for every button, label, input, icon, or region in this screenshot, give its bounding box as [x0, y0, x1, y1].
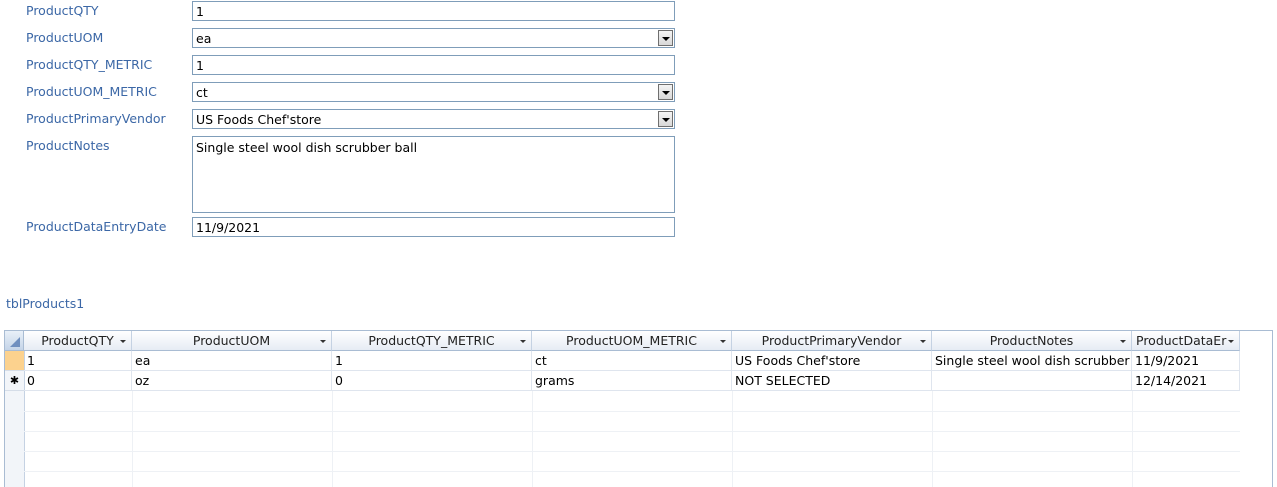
label-productdataentrydate: ProductDataEntryDate [26, 219, 167, 234]
productuom-metric-dropdown-arrow-icon[interactable] [658, 84, 673, 100]
productprimaryvendor-dropdown-arrow-icon[interactable] [658, 111, 673, 127]
productqty-field[interactable]: 1 [192, 1, 675, 21]
table-cell[interactable]: 1 [332, 351, 532, 371]
table-cell[interactable]: NOT SELECTED [732, 371, 932, 391]
record-selector-current[interactable] [5, 351, 24, 371]
label-productqty-metric: ProductQTY_METRIC [26, 57, 153, 72]
table-cell[interactable]: 0 [332, 371, 532, 391]
productuom-value: ea [196, 31, 212, 46]
grid-line [24, 411, 1240, 412]
column-header-label: ProductDataEr [1136, 333, 1227, 348]
table-cell[interactable]: Single steel wool dish scrubber [932, 351, 1132, 371]
grid-line [24, 451, 1240, 452]
column-header-productdataentrydate[interactable]: ProductDataEr [1132, 331, 1240, 351]
table-cell[interactable]: 11/9/2021 [1132, 351, 1240, 371]
new-record-icon[interactable]: ✱ [5, 371, 24, 391]
label-productprimaryvendor: ProductPrimaryVendor [26, 111, 166, 126]
productuom-dropdown-arrow-icon[interactable] [658, 30, 673, 46]
column-header-productnotes[interactable]: ProductNotes [932, 331, 1132, 351]
productprimaryvendor-value: US Foods Chef'store [196, 112, 322, 127]
table-cell[interactable]: 12/14/2021 [1132, 371, 1240, 391]
sort-filter-arrow-icon[interactable] [720, 340, 726, 343]
subform-title: tblProducts1 [6, 296, 85, 311]
label-productqty: ProductQTY [26, 3, 99, 18]
label-productuom: ProductUOM [26, 30, 104, 45]
productdataentrydate-field[interactable]: 11/9/2021 [192, 217, 675, 237]
table-cell[interactable] [932, 371, 1132, 391]
datasheet-grid[interactable]: ProductQTY ProductUOM ProductQTY_METRIC … [4, 330, 1273, 487]
grid-line [932, 391, 933, 487]
productnotes-textarea[interactable]: Single steel wool dish scrubber ball [192, 136, 675, 213]
label-productnotes: ProductNotes [26, 138, 110, 153]
productqty-metric-field[interactable]: 1 [192, 55, 675, 75]
productuom-metric-combo[interactable]: ct [192, 82, 675, 102]
productprimaryvendor-combo[interactable]: US Foods Chef'store [192, 109, 675, 129]
table-cell[interactable]: 0 [24, 371, 132, 391]
grid-line [132, 391, 133, 487]
sort-filter-arrow-icon[interactable] [1120, 340, 1126, 343]
table-cell[interactable]: oz [132, 371, 332, 391]
grid-line [24, 471, 1240, 472]
table-cell[interactable]: 1 [24, 351, 132, 371]
sort-filter-arrow-icon[interactable] [520, 340, 526, 343]
label-productuom-metric: ProductUOM_METRIC [26, 84, 157, 99]
table-cell[interactable]: grams [532, 371, 732, 391]
column-header-label: ProductUOM_METRIC [566, 333, 697, 348]
column-header-label: ProductNotes [989, 333, 1074, 348]
column-header-productprimaryvendor[interactable]: ProductPrimaryVendor [732, 331, 932, 351]
column-header-productqty-metric[interactable]: ProductQTY_METRIC [332, 331, 532, 351]
column-header-productuom[interactable]: ProductUOM [132, 331, 332, 351]
sort-filter-arrow-icon[interactable] [920, 340, 926, 343]
table-cell[interactable]: US Foods Chef'store [732, 351, 932, 371]
table-cell[interactable]: ct [532, 351, 732, 371]
column-header-productqty[interactable]: ProductQTY [24, 331, 132, 351]
grid-line [24, 431, 1240, 432]
sort-filter-arrow-icon[interactable] [320, 340, 326, 343]
column-header-label: ProductPrimaryVendor [761, 333, 902, 348]
grid-line [732, 391, 733, 487]
column-header-label: ProductQTY_METRIC [368, 333, 495, 348]
table-cell[interactable]: ea [132, 351, 332, 371]
sort-filter-arrow-icon[interactable] [1228, 340, 1234, 343]
column-header-label: ProductQTY [41, 333, 114, 348]
select-all-corner-button[interactable] [5, 331, 24, 351]
grid-line [332, 391, 333, 487]
productuom-metric-value: ct [196, 85, 208, 100]
grid-line [1132, 391, 1133, 487]
column-header-productuom-metric[interactable]: ProductUOM_METRIC [532, 331, 732, 351]
productuom-combo[interactable]: ea [192, 28, 675, 48]
grid-line [532, 391, 533, 487]
sort-filter-arrow-icon[interactable] [120, 340, 126, 343]
column-header-label: ProductUOM [192, 333, 271, 348]
